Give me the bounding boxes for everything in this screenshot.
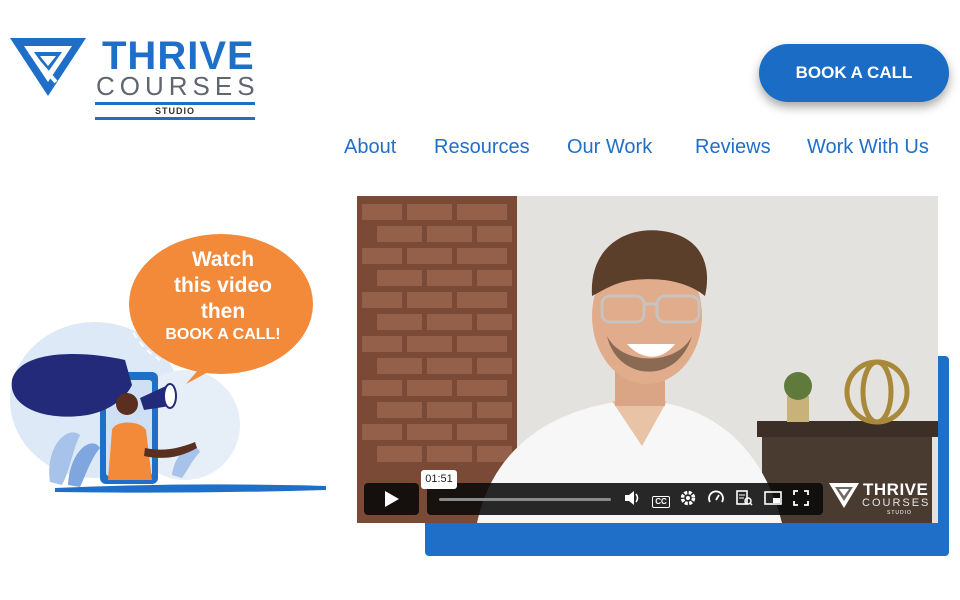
bubble-text-line2: this video xyxy=(174,274,272,297)
speed-icon[interactable] xyxy=(706,489,726,509)
logo-text-studio: STUDIO xyxy=(95,102,255,120)
video-watermark-logo: THRIVE COURSES STUDIO xyxy=(829,481,935,519)
video-control-bar: CC xyxy=(427,483,823,515)
watermark-text-courses: COURSES xyxy=(862,497,931,509)
watermark-text-studio: STUDIO xyxy=(887,510,912,516)
nav-item-resources[interactable]: Resources xyxy=(434,136,530,159)
bubble-text-line1: Watch xyxy=(192,248,254,271)
volume-icon[interactable] xyxy=(622,489,642,509)
watermark-triangle-icon xyxy=(829,483,859,508)
transcript-icon[interactable] xyxy=(734,489,754,509)
nav-item-about[interactable]: About xyxy=(344,136,396,159)
nav-item-reviews[interactable]: Reviews xyxy=(695,136,771,159)
book-a-call-button[interactable]: BOOK A CALL xyxy=(759,44,949,102)
video-progress-bar[interactable] xyxy=(439,498,611,501)
captions-icon[interactable]: CC xyxy=(651,489,671,509)
settings-icon[interactable] xyxy=(678,489,698,509)
video-player[interactable]: CC 01:51 THRIVE COURSES STUDIO xyxy=(357,196,938,523)
play-button[interactable] xyxy=(364,483,419,515)
time-tooltip: 01:51 xyxy=(421,470,457,489)
nav-item-our-work[interactable]: Our Work xyxy=(567,136,652,159)
bubble-text-line3: then xyxy=(201,300,245,323)
fullscreen-icon[interactable] xyxy=(791,489,811,509)
main-nav: About Resources Our Work Reviews Work Wi… xyxy=(0,136,960,166)
logo-triangle-icon xyxy=(10,38,86,96)
promo-illustration: Watch this video then BOOK A CALL! xyxy=(10,234,326,493)
nav-item-work-with-us[interactable]: Work With Us xyxy=(807,136,929,159)
picture-in-picture-icon[interactable] xyxy=(763,489,783,509)
site-logo[interactable]: THRIVE COURSES STUDIO xyxy=(10,34,260,120)
play-icon xyxy=(384,491,399,507)
bubble-text-line4: BOOK A CALL! xyxy=(165,326,280,343)
logo-text-courses: COURSES xyxy=(96,71,260,101)
